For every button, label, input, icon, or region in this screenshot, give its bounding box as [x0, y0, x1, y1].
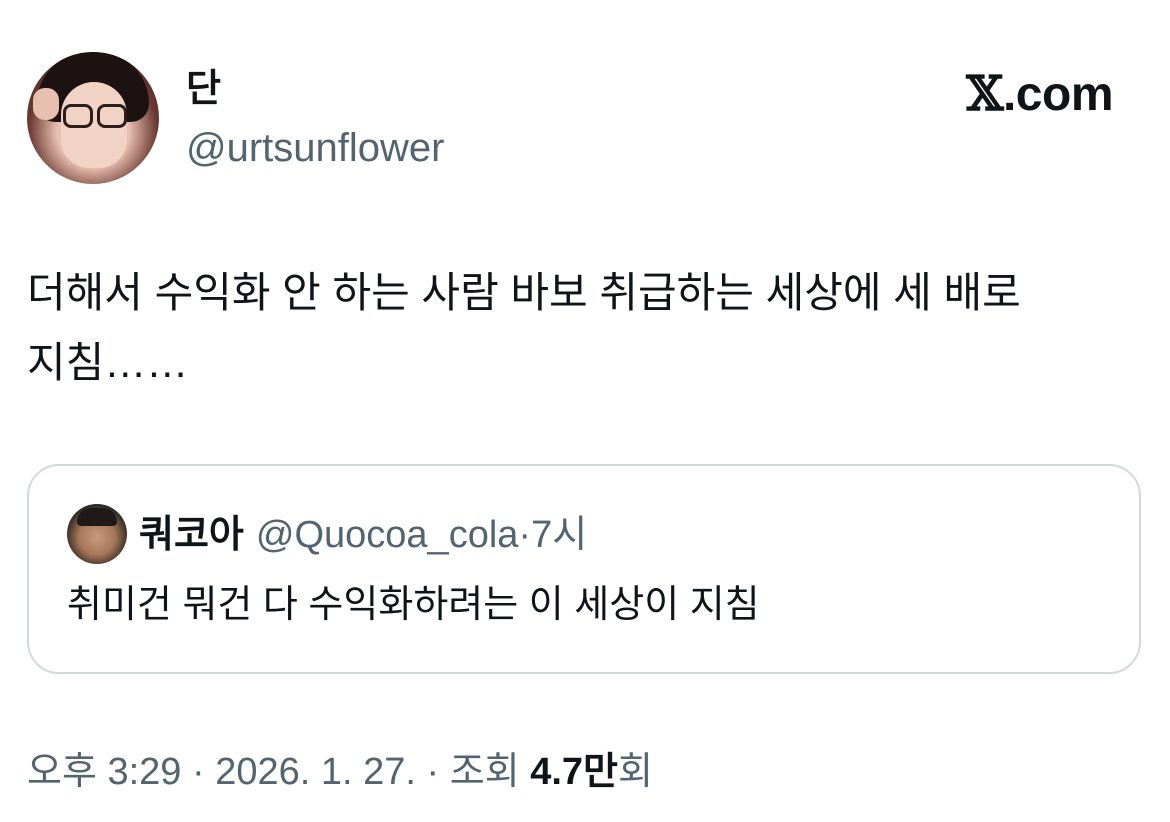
views-count: 4.7만 — [530, 751, 618, 793]
quoted-tweet-card[interactable]: 쿼코아 @Quocoa_cola·7시 취미건 뭐건 다 수익화하려는 이 세상이… — [27, 464, 1141, 674]
quoted-tweet-meta: 쿼코아 @Quocoa_cola·7시 — [139, 512, 587, 558]
author-display-name[interactable]: 단 — [186, 66, 221, 112]
quoted-author-name[interactable]: 쿼코아 — [139, 514, 244, 556]
tweet-header: 단 @urtsunflower 𝕏.com — [27, 52, 1143, 184]
quoted-tweet-text: 취미건 뭐건 다 수익화하려는 이 세상이 지침 — [67, 584, 760, 626]
author-handle[interactable]: @urtsunflower — [186, 124, 444, 172]
avatar-glasses-left — [63, 104, 93, 128]
quoted-avatar-hair — [77, 508, 117, 526]
avatar-hand — [33, 88, 59, 120]
tweet-footer: 오후 3:29 · 2026. 1. 27. · 조회 4.7만회 — [27, 748, 653, 796]
x-logo: 𝕏.com — [966, 68, 1113, 121]
author-avatar[interactable] — [27, 52, 159, 184]
brand-suffix: .com — [1002, 68, 1114, 121]
quoted-tweet-time[interactable]: 7시 — [531, 514, 587, 556]
avatar-glasses-right — [97, 104, 127, 128]
tweet-text: 더해서 수익화 안 하는 사람 바보 취급하는 세상에 세 배로 지침…… — [27, 269, 1021, 386]
quoted-author-handle[interactable]: @Quocoa_cola — [256, 514, 519, 556]
tweet-timestamp[interactable]: 오후 3:29 · 2026. 1. 27. · 조회 — [27, 751, 520, 793]
quoted-meta-separator: · — [518, 514, 532, 556]
quoted-author-avatar[interactable] — [67, 504, 127, 564]
x-icon: 𝕏 — [966, 66, 1003, 122]
views-suffix: 회 — [617, 751, 653, 793]
